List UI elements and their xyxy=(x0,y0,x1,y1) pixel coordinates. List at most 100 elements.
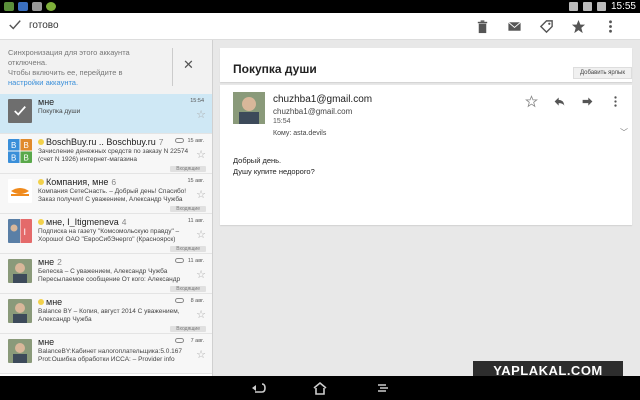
back-icon xyxy=(252,383,266,393)
home-icon xyxy=(313,381,327,395)
important-marker-icon xyxy=(38,139,44,145)
forward-button[interactable] xyxy=(580,94,594,108)
list-item[interactable]: мне Balance BY – Копия, август 2014 С ув… xyxy=(0,294,212,334)
sync-notice-line: отключена. xyxy=(8,58,48,67)
sender-name: мне, I_Itigmeneva 4 xyxy=(38,217,168,227)
attachment-icon xyxy=(175,258,184,263)
selected-check-avatar[interactable] xyxy=(8,99,32,123)
star-toggle[interactable]: ☆ xyxy=(196,188,206,201)
details-toggle[interactable]: ﹀ xyxy=(620,127,628,138)
person-photo-icon xyxy=(8,299,32,323)
done-label: готово xyxy=(29,19,59,31)
recent-apps-button[interactable] xyxy=(375,381,391,395)
star-outline-icon: ☆ xyxy=(196,269,206,281)
divider xyxy=(172,48,173,86)
star-toggle[interactable]: ☆ xyxy=(196,268,206,281)
star-toggle[interactable]: ☆ xyxy=(196,308,206,321)
list-item[interactable]: мне Покупка души 15:54 ☆ xyxy=(0,94,212,134)
message-card: chuzhba1@gmail.com chuzhba1@gmail.com 15… xyxy=(220,85,632,225)
reply-icon xyxy=(554,96,564,106)
body-line: Добрый день. xyxy=(233,156,282,165)
home-button[interactable] xyxy=(312,381,328,395)
important-marker-icon xyxy=(38,219,44,225)
message-snippet: Компания СетеСнасть. – Добрый день! Спас… xyxy=(38,188,187,203)
sender-text: Компания, мне xyxy=(46,177,109,187)
notification-icon xyxy=(46,2,56,11)
list-item[interactable]: I мне, I_Itigmeneva 4 Подписка на газету … xyxy=(0,214,212,254)
list-item[interactable]: мне 2 Белеска – С уважением, Александр Чу… xyxy=(0,254,212,294)
star-message-button[interactable] xyxy=(524,94,538,108)
add-label-tooltip: Добавить ярлык xyxy=(572,67,632,79)
inbox-label-badge: Входящие xyxy=(170,206,206,212)
done-button[interactable]: готово xyxy=(8,18,59,32)
sender-text: мне, I_Itigmeneva xyxy=(46,217,119,227)
avatar xyxy=(8,179,32,203)
svg-text:B: B xyxy=(24,141,29,150)
clock: 15:55 xyxy=(610,1,636,12)
list-item[interactable]: B B B B BoschBuy.ru .. Boschbuy.ru 7 Зачи… xyxy=(0,134,212,174)
star-toggle[interactable]: ☆ xyxy=(196,148,206,161)
star-outline-icon: ☆ xyxy=(196,149,206,161)
svg-text:B: B xyxy=(11,141,16,150)
star-outline-icon: ☆ xyxy=(196,309,206,321)
dismiss-sync-notice-button[interactable]: ✕ xyxy=(183,58,194,71)
sender-text: мне xyxy=(38,257,55,267)
sender-text: мне xyxy=(38,97,55,107)
list-item[interactable]: Компания, мне 6 Компания СетеСнасть. – До… xyxy=(0,174,212,214)
subject-header: Покупка души xyxy=(220,48,632,82)
avatar xyxy=(8,339,32,363)
star-outline-icon: ☆ xyxy=(196,229,206,241)
attachment-icon xyxy=(175,298,184,303)
sender-avatar[interactable] xyxy=(233,92,265,124)
message-overflow-button[interactable] xyxy=(608,94,622,108)
person-photo-icon xyxy=(233,92,265,124)
notification-icon xyxy=(18,2,28,11)
body-line: Душу купите недорого? xyxy=(233,167,315,176)
overflow-menu-button[interactable] xyxy=(602,18,618,34)
notification-icon xyxy=(32,2,42,11)
star-toggle[interactable]: ☆ xyxy=(196,108,206,121)
thread-count: 2 xyxy=(57,257,62,267)
person-photo-icon xyxy=(8,259,32,283)
star-icon xyxy=(571,19,585,33)
reply-button[interactable] xyxy=(552,94,566,108)
message-date: 15 авг. xyxy=(187,138,205,144)
split-avatar-icon: I xyxy=(8,219,32,243)
sender-name: мне 2 xyxy=(38,257,168,267)
avatar xyxy=(8,259,32,283)
action-bar: готово xyxy=(0,13,640,40)
list-item[interactable]: мне BalanceBY:Кабинет налогоплательщика:… xyxy=(0,334,212,374)
mark-unread-button[interactable] xyxy=(506,18,522,34)
star-outline-icon: ☆ xyxy=(196,349,206,361)
grid-avatar-icon: B B B B xyxy=(8,139,32,163)
message-snippet: Покупка души xyxy=(38,108,81,115)
recent-apps-icon xyxy=(378,384,388,392)
bluetooth-icon xyxy=(568,2,578,11)
tag-icon xyxy=(539,19,553,33)
sender-text: BoschBuy.ru .. Boschbuy.ru xyxy=(46,137,156,147)
conversation-list: Синхронизация для этого аккаунта отключе… xyxy=(0,40,213,376)
svg-text:B: B xyxy=(24,154,29,163)
status-bar: 15:55 xyxy=(0,0,640,13)
attachment-icon xyxy=(175,138,184,143)
battery-icon xyxy=(596,2,606,11)
check-icon xyxy=(9,20,21,30)
attachment-icon xyxy=(175,338,184,343)
delete-button[interactable] xyxy=(474,18,490,34)
back-button[interactable] xyxy=(250,381,266,395)
sender-name: мне xyxy=(38,97,168,107)
sync-notice: Синхронизация для этого аккаунта отключе… xyxy=(0,40,212,94)
star-outline-icon xyxy=(524,94,538,107)
sender-name: chuzhba1@gmail.com xyxy=(273,94,373,105)
more-vert-icon xyxy=(608,19,612,33)
message-view: Покупка души Добавить ярлык chuzhba1@gma… xyxy=(220,40,632,376)
star-button[interactable] xyxy=(570,18,586,34)
avatar xyxy=(8,299,32,323)
inbox-label-badge: Входящие xyxy=(170,326,206,332)
account-settings-link[interactable]: настройки аккаунта. xyxy=(8,78,212,88)
message-snippet: BalanceBY:Кабинет налогоплательщика:5.0.… xyxy=(38,348,183,363)
inbox-label-badge: Входящие xyxy=(170,286,206,292)
label-button[interactable] xyxy=(538,18,554,34)
star-toggle[interactable]: ☆ xyxy=(196,228,206,241)
star-toggle[interactable]: ☆ xyxy=(196,348,206,361)
